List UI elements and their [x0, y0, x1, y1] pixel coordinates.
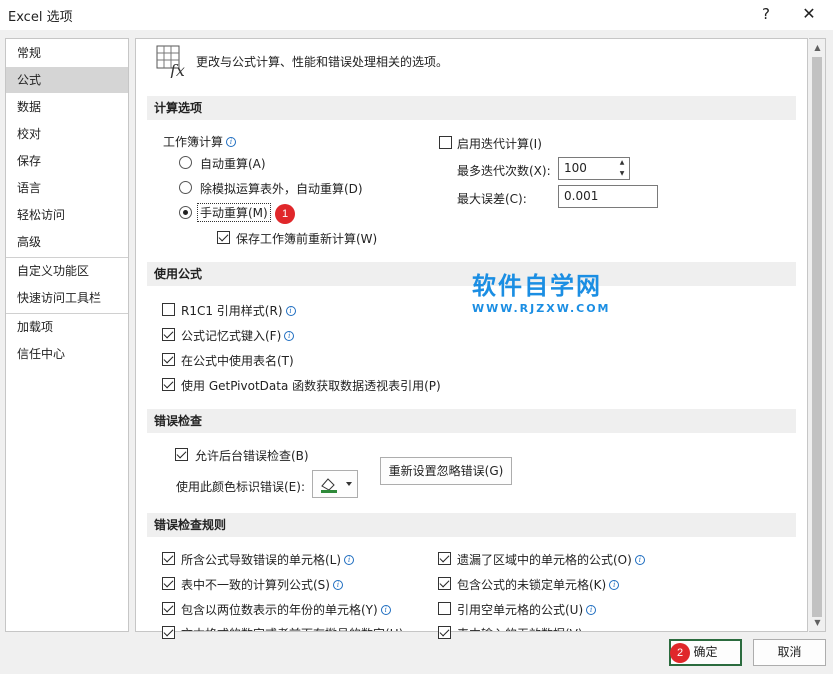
rule-unlocked-cells-label[interactable]: 包含公式的未锁定单元格(K) i	[457, 576, 620, 593]
checkbox-rule-empty-cells[interactable]	[438, 602, 451, 615]
sidebar-item-general[interactable]: 常规	[6, 40, 128, 66]
radio-automatic[interactable]	[179, 156, 192, 169]
background-error-checking-label[interactable]: 允许后台错误检查(B)	[195, 447, 309, 464]
sidebar-item-customize-ribbon[interactable]: 自定义功能区	[6, 258, 128, 284]
checkbox-getpivotdata[interactable]	[162, 378, 175, 391]
sidebar-item-data[interactable]: 数据	[6, 94, 128, 120]
page-description: 更改与公式计算、性能和错误处理相关的选项。	[196, 55, 449, 69]
rule-text-numbers-label[interactable]: 文本格式的数字或者前面有撇号的数字(H)	[181, 625, 403, 631]
getpivotdata-label[interactable]: 使用 GetPivotData 函数获取数据透视表引用(P)	[181, 377, 441, 394]
enable-iterative-label[interactable]: 启用迭代计算(I)	[457, 135, 542, 152]
scroll-up-icon[interactable]: ▲	[811, 42, 824, 54]
sidebar-item-advanced[interactable]: 高级	[6, 229, 128, 255]
watermark-sub: WWW.RJZXW.COM	[472, 302, 611, 315]
section-header-error-rules: 错误检查规则	[147, 513, 796, 537]
checkbox-r1c1[interactable]	[162, 303, 175, 316]
checkbox-rule-text-numbers[interactable]	[162, 626, 175, 639]
rule-two-digit-years-text: 包含以两位数表示的年份的单元格(Y)	[181, 603, 378, 617]
rule-two-digit-years-label[interactable]: 包含以两位数表示的年份的单元格(Y) i	[181, 601, 391, 618]
sidebar: 常规 公式 数据 校对 保存 语言 轻松访问 高级 自定义功能区 快速访问工具栏…	[5, 38, 129, 632]
sidebar-item-proofing[interactable]: 校对	[6, 121, 128, 147]
checkbox-rule-two-digit-years[interactable]	[162, 602, 175, 615]
info-icon: i	[586, 605, 597, 615]
scroll-thumb[interactable]	[812, 57, 822, 617]
max-iterations-label: 最多迭代次数(X):	[457, 164, 551, 178]
info-icon: i	[332, 580, 343, 590]
checkbox-recalc-before-save[interactable]	[217, 231, 230, 244]
r1c1-label[interactable]: R1C1 引用样式(R) i	[181, 302, 296, 319]
section-header-calculation: 计算选项	[147, 96, 796, 120]
section-header-error-checking: 错误检查	[147, 409, 796, 433]
table-names-label[interactable]: 在公式中使用表名(T)	[181, 352, 294, 369]
radio-automatic-label[interactable]: 自动重算(A)	[200, 155, 266, 172]
max-change-label: 最大误差(C):	[457, 192, 527, 206]
watermark: 软件自学网 WWW.RJZXW.COM	[472, 266, 611, 315]
window-title: Excel 选项	[8, 10, 73, 25]
rule-empty-cells-label[interactable]: 引用空单元格的公式(U) i	[457, 601, 597, 618]
max-iterations-value: 100	[564, 161, 587, 175]
rule-inconsistent-column-label[interactable]: 表中不一致的计算列公式(S) i	[181, 576, 343, 593]
reset-ignored-errors-button[interactable]: 重新设置忽略错误(G)	[380, 457, 512, 485]
spin-up-icon[interactable]: ▲	[616, 158, 628, 168]
checkbox-background-error-checking[interactable]	[175, 448, 188, 461]
checkbox-rule-invalid-data[interactable]	[438, 626, 451, 639]
rule-unlocked-cells-text: 包含公式的未锁定单元格(K)	[457, 578, 607, 592]
scrollbar[interactable]: ▲ ▼	[809, 38, 826, 632]
svg-text:fx: fx	[169, 61, 185, 78]
checkbox-formula-autocomplete[interactable]	[162, 328, 175, 341]
sidebar-item-addins[interactable]: 加载项	[6, 314, 128, 340]
sidebar-item-accessibility[interactable]: 轻松访问	[6, 202, 128, 228]
rule-omitted-cells-text: 遗漏了区域中的单元格的公式(O)	[457, 553, 632, 567]
rule-empty-cells-text: 引用空单元格的公式(U)	[457, 603, 584, 617]
info-icon: i	[226, 137, 237, 147]
step-badge-1: 1	[275, 204, 295, 224]
sidebar-item-trust-center[interactable]: 信任中心	[6, 341, 128, 367]
info-icon: i	[285, 306, 296, 316]
checkbox-table-names[interactable]	[162, 353, 175, 366]
info-icon: i	[344, 555, 355, 565]
rule-error-formulas-text: 所含公式导致错误的单元格(L)	[181, 553, 342, 567]
rule-inconsistent-column-text: 表中不一致的计算列公式(S)	[181, 578, 330, 592]
error-color-label: 使用此颜色标识错误(E):	[176, 480, 305, 494]
radio-automatic-except-tables[interactable]	[179, 181, 192, 194]
sidebar-item-save[interactable]: 保存	[6, 148, 128, 174]
formula-fx-icon: fx	[156, 45, 185, 78]
checkbox-rule-inconsistent-column[interactable]	[162, 577, 175, 590]
rule-invalid-data-label[interactable]: 表中输入的无效数据(V)	[457, 625, 583, 631]
title-bar: Excel 选项 ? ✕	[0, 0, 833, 30]
sidebar-item-formulas[interactable]: 公式	[6, 67, 128, 93]
help-button[interactable]: ?	[752, 2, 780, 26]
recalc-before-save-label[interactable]: 保存工作簿前重新计算(W)	[236, 230, 377, 247]
max-change-input[interactable]: 0.001	[558, 185, 658, 208]
workbook-calc-label: 工作簿计算 i	[163, 133, 237, 150]
spin-down-icon[interactable]: ▼	[616, 169, 628, 179]
max-iterations-input[interactable]: 100 ▲ ▼	[558, 157, 630, 180]
info-icon: i	[634, 555, 645, 565]
workbook-calc-label-text: 工作簿计算	[163, 135, 224, 149]
checkbox-rule-omitted-cells[interactable]	[438, 552, 451, 565]
rule-error-formulas-label[interactable]: 所含公式导致错误的单元格(L) i	[181, 551, 355, 568]
info-icon: i	[284, 331, 295, 341]
cancel-button[interactable]: 取消	[753, 639, 826, 666]
sidebar-item-quick-access[interactable]: 快速访问工具栏	[6, 285, 128, 311]
radio-manual[interactable]	[179, 206, 192, 219]
close-button[interactable]: ✕	[794, 2, 824, 26]
radio-manual-label[interactable]: 手动重算(M)	[197, 203, 271, 222]
r1c1-label-text: R1C1 引用样式(R)	[181, 304, 283, 318]
checkbox-rule-error-formulas[interactable]	[162, 552, 175, 565]
checkbox-rule-unlocked-cells[interactable]	[438, 577, 451, 590]
sidebar-item-language[interactable]: 语言	[6, 175, 128, 201]
radio-automatic-except-label[interactable]: 除模拟运算表外，自动重算(D)	[200, 180, 363, 197]
watermark-main: 软件自学网	[472, 272, 602, 300]
checkbox-enable-iterative[interactable]	[439, 136, 452, 149]
info-icon: i	[380, 605, 391, 615]
error-color-picker[interactable]	[312, 470, 358, 498]
formula-autocomplete-label-text: 公式记忆式键入(F)	[181, 329, 282, 343]
rule-omitted-cells-label[interactable]: 遗漏了区域中的单元格的公式(O) i	[457, 551, 645, 568]
step-badge-2: 2	[670, 643, 690, 663]
scroll-down-icon[interactable]: ▼	[811, 617, 824, 629]
fill-color-icon	[321, 478, 352, 493]
info-icon: i	[609, 580, 620, 590]
formula-autocomplete-label[interactable]: 公式记忆式键入(F) i	[181, 327, 295, 344]
